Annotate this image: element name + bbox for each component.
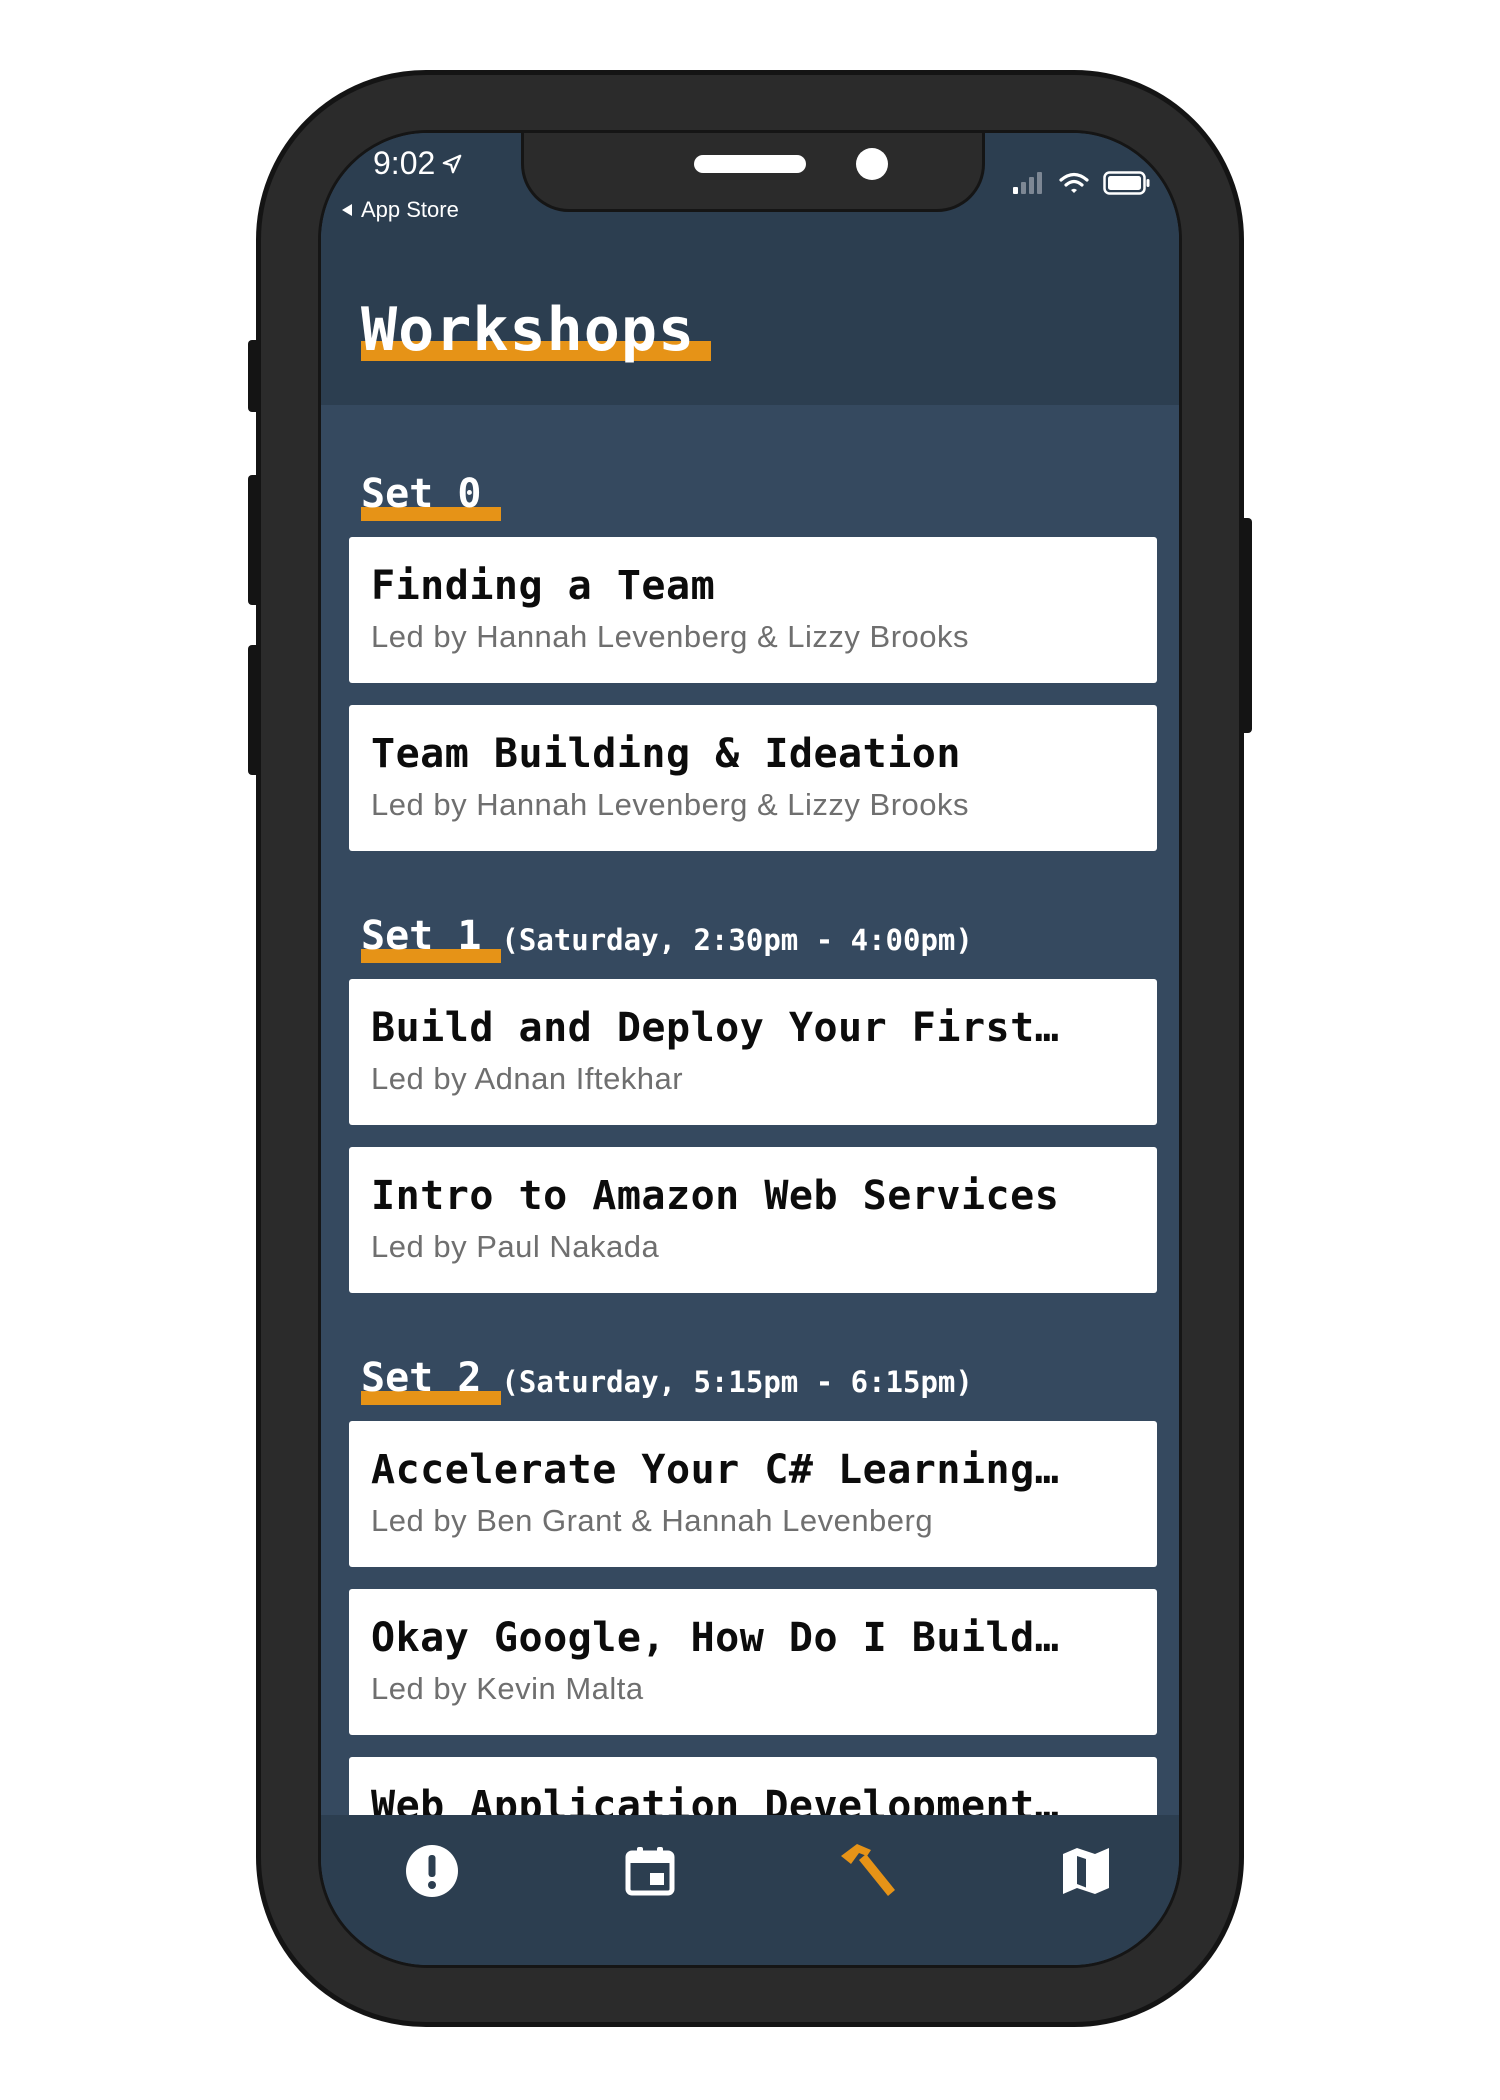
calendar-icon bbox=[625, 1847, 675, 1896]
tab-workshops[interactable] bbox=[836, 1839, 900, 1903]
status-indicators bbox=[1013, 171, 1151, 195]
workshop-card[interactable]: Web Application Development… bbox=[349, 1757, 1157, 1815]
workshop-leader: Led by Adnan Iftekhar bbox=[371, 1061, 684, 1096]
workshop-list[interactable]: Set 0 Finding a Team Led by Hannah Leven… bbox=[321, 405, 1179, 1815]
set-2-heading: Set 2 (Saturday, 5:15pm - 6:15pm) bbox=[361, 1355, 973, 1405]
workshop-card[interactable]: Finding a Team Led by Hannah Levenberg &… bbox=[349, 537, 1157, 683]
phone-screen: Workshops 9:02 App Store Set 0 Finding a… bbox=[318, 130, 1182, 1968]
workshop-title: Build and Deploy Your First… bbox=[371, 1005, 1060, 1051]
location-arrow-icon bbox=[442, 154, 462, 173]
set-1-heading: Set 1 (Saturday, 2:30pm - 4:00pm) bbox=[361, 913, 973, 963]
alert-icon bbox=[406, 1845, 458, 1897]
set-time: (Saturday, 5:15pm - 6:15pm) bbox=[501, 1365, 973, 1399]
wifi-icon bbox=[1059, 172, 1089, 193]
workshop-card[interactable]: Accelerate Your C# Learning… Led by Ben … bbox=[349, 1421, 1157, 1567]
back-triangle-icon bbox=[342, 204, 352, 216]
set-0-heading: Set 0 bbox=[361, 471, 502, 521]
workshop-title: Finding a Team bbox=[371, 563, 716, 609]
workshop-card[interactable]: Team Building & Ideation Led by Hannah L… bbox=[349, 705, 1157, 851]
set-label: Set 2 bbox=[361, 1355, 482, 1401]
tab-map[interactable] bbox=[1054, 1839, 1118, 1903]
workshop-title: Intro to Amazon Web Services bbox=[371, 1173, 1060, 1219]
clock-text: 9:02 bbox=[373, 145, 436, 181]
workshop-leader: Led by Kevin Malta bbox=[371, 1671, 644, 1706]
page-title-text: Workshops bbox=[361, 295, 696, 365]
workshop-card[interactable]: Intro to Amazon Web Services Led by Paul… bbox=[349, 1147, 1157, 1293]
set-label: Set 1 bbox=[361, 913, 482, 959]
front-camera bbox=[856, 148, 888, 180]
set-label: Set 0 bbox=[361, 471, 482, 517]
hammer-icon bbox=[841, 1844, 895, 1896]
notch bbox=[521, 133, 985, 212]
workshop-leader: Led by Hannah Levenberg & Lizzy Brooks bbox=[371, 619, 970, 654]
workshop-title: Accelerate Your C# Learning… bbox=[371, 1447, 1060, 1493]
tab-schedule[interactable] bbox=[618, 1839, 682, 1903]
map-icon bbox=[1063, 1848, 1109, 1894]
tab-announcements[interactable] bbox=[400, 1839, 464, 1903]
battery-icon bbox=[1103, 171, 1150, 195]
back-to-app-store[interactable]: App Store bbox=[341, 197, 459, 223]
speaker-grille bbox=[694, 155, 806, 173]
tab-bar bbox=[321, 1815, 1179, 1965]
workshop-leader: Led by Paul Nakada bbox=[371, 1229, 660, 1264]
workshop-leader: Led by Hannah Levenberg & Lizzy Brooks bbox=[371, 787, 970, 822]
workshop-card[interactable]: Build and Deploy Your First… Led by Adna… bbox=[349, 979, 1157, 1125]
cellular-signal-icon bbox=[1013, 172, 1042, 194]
workshop-title: Okay Google, How Do I Build… bbox=[371, 1615, 1060, 1661]
workshop-title: Web Application Development… bbox=[371, 1783, 1060, 1815]
status-time: 9:02 bbox=[373, 145, 463, 182]
workshop-leader: Led by Ben Grant & Hannah Levenberg bbox=[371, 1503, 934, 1538]
workshop-title: Team Building & Ideation bbox=[371, 731, 961, 777]
workshop-card[interactable]: Okay Google, How Do I Build… Led by Kevi… bbox=[349, 1589, 1157, 1735]
set-time: (Saturday, 2:30pm - 4:00pm) bbox=[501, 923, 973, 957]
page-title: Workshops bbox=[361, 295, 712, 365]
back-label: App Store bbox=[361, 197, 459, 222]
